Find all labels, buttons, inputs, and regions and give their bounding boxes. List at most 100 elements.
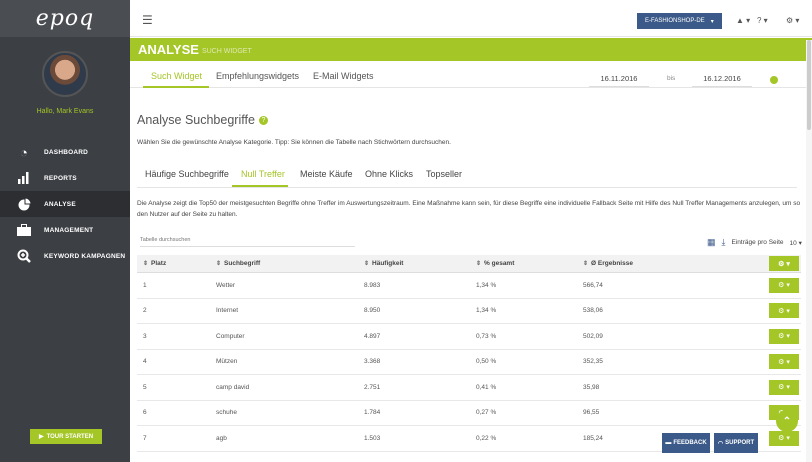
column-header-haeufigkeit[interactable]: ⇕ Häufigkeit — [364, 260, 403, 267]
sidebar-item-label: MANAGEMENT — [44, 226, 94, 234]
table-header: ⇕ Platz ⇕ Suchbegriff ⇕ Häufigkeit ⇕% gesam… — [137, 255, 801, 273]
date-range-separator: bis — [667, 75, 676, 82]
download-icon[interactable]: ⤓ — [722, 237, 726, 248]
tab-meiste-kaeufe[interactable]: Meiste Käufe — [300, 169, 353, 179]
main-content: Analyse Suchbegriffe? Wählen Sie die gew… — [130, 89, 812, 462]
table-row: 5 camp david 2.751 0,41 % 35,98 ⚙ ▾ — [137, 375, 801, 401]
chat-icon: ▬ — [665, 440, 672, 446]
tab-topseller[interactable]: Topseller — [426, 169, 462, 179]
table-row: 1 Wetter 8.983 1,34 % 566,74 ⚙ ▾ — [137, 273, 801, 299]
bell-icon[interactable]: ▲ ▾ — [736, 16, 750, 25]
date-to-field[interactable]: 16.12.2016 — [692, 74, 752, 87]
sort-icon: ⇕ — [364, 261, 370, 267]
cell-prozent-gesamt: 0,41 % — [476, 383, 497, 391]
user-greeting: Hallo, Mark Evans — [36, 108, 94, 115]
sidebar-item-keyword-kampagnen[interactable]: KEYWORD KAMPAGNEN — [0, 243, 130, 269]
sidebar-nav: ◔ DASHBOARD REPORTS ANALYSE MANAGEMENT K… — [0, 139, 130, 269]
gear-icon: ⚙ — [778, 282, 785, 290]
support-button[interactable]: ◠ SUPPORT — [714, 433, 758, 453]
chevron-down-icon: ▾ — [710, 18, 714, 25]
feedback-button[interactable]: ▬ FEEDBACK — [662, 433, 710, 453]
header-actions-button[interactable]: ⚙ ▾ — [769, 256, 799, 271]
row-actions-button[interactable]: ⚙ ▾ — [769, 354, 799, 370]
section-title-text: Analyse Suchbegriffe — [137, 113, 255, 127]
sidebar-item-label: DASHBOARD — [44, 148, 89, 156]
cell-platz: 2 — [143, 307, 147, 315]
shop-select-value: E-FASHIONSHOP-DE — [645, 18, 705, 24]
gauge-icon: ◔ — [19, 144, 29, 160]
row-actions-button[interactable]: ⚙ ▾ — [769, 277, 799, 293]
avatar — [42, 51, 88, 97]
row-actions-button[interactable]: ⚙ ▾ — [769, 430, 799, 446]
sidebar-item-analyse[interactable]: ANALYSE — [0, 191, 130, 217]
cell-haeufigkeit: 3.368 — [364, 358, 381, 366]
tab-email-widgets[interactable]: E-Mail Widgets — [313, 71, 374, 81]
cell-suchbegriff: Internet — [216, 307, 239, 315]
results-table: ⇕ Platz ⇕ Suchbegriff ⇕ Häufigkeit ⇕% gesam… — [137, 255, 801, 452]
cell-prozent-gesamt: 0,22 % — [476, 434, 497, 442]
cell-haeufigkeit: 2.751 — [364, 383, 381, 391]
column-header-platz[interactable]: ⇕ Platz — [143, 260, 166, 267]
logo-text: epoq — [35, 6, 95, 31]
table-search-input[interactable] — [140, 237, 355, 247]
scroll-top-button[interactable]: ⌃ — [776, 410, 798, 432]
row-actions-button[interactable]: ⚙ ▾ — [769, 379, 799, 395]
question-icon[interactable]: ? — [258, 116, 268, 126]
column-header-prozent-gesamt[interactable]: ⇕% gesamt — [476, 260, 514, 267]
cell-platz: 3 — [143, 332, 147, 340]
gear-icon: ⚙ — [778, 358, 785, 366]
cell-ergebnisse: 96,55 — [583, 409, 600, 417]
tab-ohne-klicks[interactable]: Ohne Klicks — [365, 169, 413, 179]
apply-date-button[interactable] — [770, 76, 778, 84]
sidebar-item-dashboard[interactable]: ◔ DASHBOARD — [0, 139, 130, 165]
shop-select[interactable]: E-FASHIONSHOP-DE ▾ — [637, 13, 722, 29]
scrollbar[interactable] — [806, 40, 812, 462]
print-icon[interactable]: ▦ — [707, 237, 716, 248]
row-actions-button[interactable]: ⚙ ▾ — [769, 303, 799, 319]
cell-haeufigkeit: 8.983 — [364, 281, 381, 289]
row-actions-button[interactable]: ⚙ ▾ — [769, 328, 799, 344]
tour-start-button[interactable]: ▶ TOUR STARTEN — [30, 429, 102, 444]
widget-tabs: Such Widget Empfehlungswidgets E-Mail Wi… — [130, 62, 812, 88]
tab-null-treffer[interactable]: Null Treffer — [241, 169, 285, 179]
date-from-field[interactable]: 16.11.2016 — [589, 74, 649, 87]
sidebar-item-management[interactable]: MANAGEMENT — [0, 217, 130, 243]
column-header-ergebnisse[interactable]: ⇕ Ø Ergebnisse — [583, 260, 633, 267]
help-icon[interactable]: ? ▾ — [757, 16, 768, 25]
gear-icon[interactable]: ⚙ ▾ — [786, 16, 799, 25]
page-title: ANALYSE — [138, 42, 199, 57]
headset-icon: ◠ — [717, 440, 724, 447]
cell-suchbegriff: Wetter — [216, 281, 236, 289]
table-row: 2 Internet 8.950 1,34 % 538,06 ⚙ ▾ — [137, 299, 801, 324]
table-row: 6schuhe1.7840,27 %96,55⚙ ▾ — [137, 401, 801, 426]
tab-empfehlungswidgets[interactable]: Empfehlungswidgets — [216, 71, 299, 81]
cell-platz: 7 — [143, 434, 147, 442]
section-hint: Wählen Sie die gewünschte Analyse Katego… — [137, 139, 451, 146]
cell-prozent-gesamt: 0,27 % — [476, 409, 497, 417]
sidebar-item-label: KEYWORD KAMPAGNEN — [44, 252, 126, 260]
cell-platz: 5 — [143, 383, 147, 391]
analysis-description: Die Analyse zeigt die Top50 der meistges… — [137, 200, 801, 218]
page-subtitle: SUCH WIDGET — [201, 47, 252, 55]
menu-icon[interactable]: ☰ — [142, 13, 153, 27]
column-header-suchbegriff[interactable]: ⇕ Suchbegriff — [216, 260, 260, 267]
sort-icon: ⇕ — [143, 261, 149, 267]
cell-platz: 6 — [143, 409, 147, 417]
gear-icon: ⚙ — [778, 435, 785, 443]
tab-such-widget[interactable]: Such Widget — [151, 71, 202, 81]
tabs-divider — [137, 187, 797, 188]
topbar: ☰ E-FASHIONSHOP-DE ▾ ▲ ▾ ? ▾ ⚙ ▾ — [130, 0, 812, 37]
sidebar-item-reports[interactable]: REPORTS — [0, 165, 130, 191]
active-tab-indicator — [143, 86, 209, 88]
cell-prozent-gesamt: 0,50 % — [476, 358, 497, 366]
per-page-select[interactable]: 10 ▾ — [790, 239, 802, 247]
sidebar: epoq Hallo, Mark Evans ◔ DASHBOARD REPOR… — [0, 0, 130, 462]
tab-haeufige-suchbegriffe[interactable]: Häufige Suchbegriffe — [145, 169, 229, 179]
chevron-up-icon: ⌃ — [782, 415, 792, 427]
scrollbar-thumb[interactable] — [807, 40, 811, 130]
logo[interactable]: epoq — [0, 0, 130, 37]
bar-chart-icon — [16, 171, 32, 185]
search-plus-icon — [16, 249, 32, 263]
cell-ergebnisse: 352,35 — [583, 358, 603, 366]
gear-icon: ⚙ — [778, 260, 785, 268]
